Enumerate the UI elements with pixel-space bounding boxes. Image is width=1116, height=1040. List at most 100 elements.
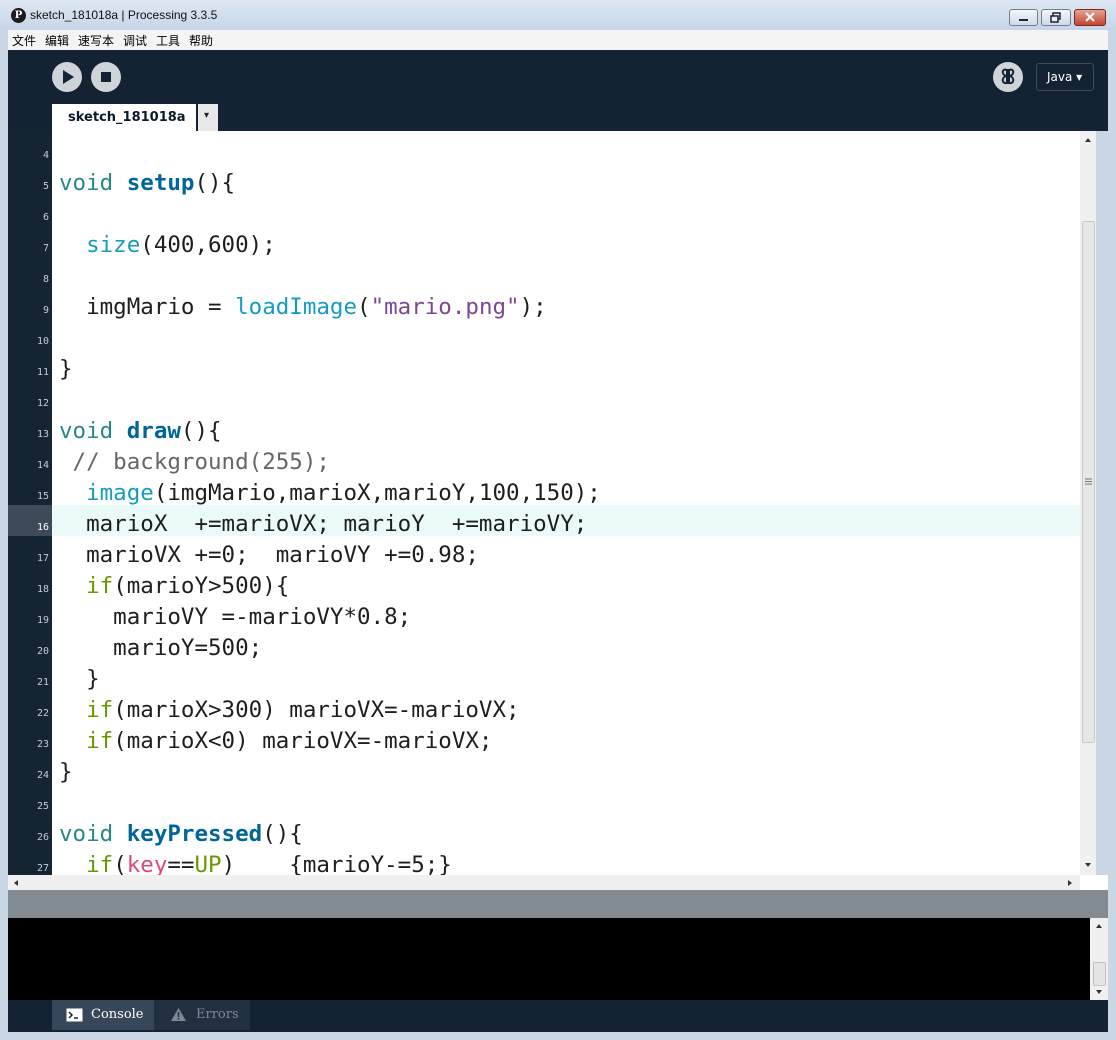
- line-number: 11: [36, 367, 49, 378]
- window-title-bar: P sketch_181018a | Processing 3.3.5: [0, 0, 1116, 30]
- menu-sketch[interactable]: 速写本: [78, 32, 114, 49]
- tab-console[interactable]: Console: [52, 1000, 154, 1030]
- menu-file[interactable]: 文件: [12, 32, 36, 49]
- scroll-left-icon: [14, 880, 18, 886]
- line-number: 18: [36, 584, 49, 595]
- menu-edit[interactable]: 编辑: [45, 32, 69, 49]
- tab-sketch_181018a[interactable]: sketch_181018a: [52, 104, 196, 131]
- editor-vertical-scrollbar[interactable]: [1080, 131, 1096, 875]
- minimize-button[interactable]: [1009, 9, 1038, 26]
- line-number: 7: [42, 243, 49, 254]
- code-token: marioVX +=0; marioVY +=0.98;: [59, 542, 479, 568]
- scroll-down-icon: [1085, 863, 1091, 867]
- code-token: (marioX>300) marioVX=-marioVX;: [113, 697, 520, 723]
- code-editor[interactable]: void setup(){ size(400,600); imgMario = …: [52, 131, 1080, 875]
- scrollbar-thumb[interactable]: [1082, 221, 1095, 743]
- code-line: }: [59, 757, 73, 788]
- code-token: }: [59, 356, 73, 382]
- scroll-right-icon: [1068, 880, 1072, 886]
- line-number: 16: [36, 522, 49, 533]
- window-frame-bottom: [0, 1032, 1116, 1040]
- code-token: image: [86, 480, 154, 506]
- code-line: size(400,600);: [59, 230, 276, 261]
- scrollbar-thumb[interactable]: [1093, 962, 1106, 986]
- menu-debug[interactable]: 调试: [123, 32, 147, 49]
- line-number: 22: [36, 708, 49, 719]
- run-button[interactable]: [52, 62, 82, 92]
- scroll-down-icon: [1096, 990, 1102, 994]
- console-output[interactable]: [8, 918, 1090, 1000]
- code-token: (){: [180, 418, 222, 444]
- tab-errors[interactable]: Errors: [154, 1000, 250, 1030]
- line-number: 21: [36, 677, 49, 688]
- code-line: if(key==UP) {marioY-=5;}: [59, 850, 452, 875]
- line-number: 13: [36, 429, 49, 440]
- debugger-button[interactable]: [993, 62, 1023, 92]
- code-line: imgMario = loadImage("mario.png");: [59, 292, 547, 323]
- scroll-up-icon: [1096, 924, 1102, 928]
- line-number: 4: [42, 150, 49, 161]
- stop-icon: [101, 72, 111, 82]
- mode-selector[interactable]: Java ▾: [1036, 63, 1094, 91]
- toolbar: Java ▾ sketch_181018a ▾: [8, 50, 1108, 131]
- editor-horizontal-scrollbar[interactable]: [8, 875, 1080, 890]
- console-scrollbar[interactable]: [1090, 918, 1108, 1000]
- line-number: 25: [36, 801, 49, 812]
- line-number: 12: [36, 398, 49, 409]
- code-line: marioY=500;: [59, 633, 262, 664]
- line-number: 26: [36, 832, 49, 843]
- code-token: void: [59, 170, 114, 196]
- code-line: if(marioX<0) marioVX=-marioVX;: [59, 726, 492, 757]
- code-token: (marioY>500){: [113, 573, 290, 599]
- line-number: 9: [42, 305, 49, 316]
- code-token: void: [59, 821, 114, 847]
- line-number: 17: [36, 553, 49, 564]
- stop-button[interactable]: [91, 62, 121, 92]
- maximize-button[interactable]: [1041, 9, 1071, 26]
- code-token: keyPressed: [126, 821, 263, 847]
- scroll-up-icon: [1085, 138, 1091, 142]
- tab-menu-button[interactable]: ▾: [196, 104, 218, 131]
- code-token: }: [59, 666, 100, 692]
- code-token: (imgMario,marioX,marioY,100,150);: [153, 480, 601, 506]
- mode-label: Java ▾: [1047, 70, 1083, 84]
- code-line: image(imgMario,marioX,marioY,100,150);: [59, 478, 601, 509]
- code-token: size: [86, 232, 141, 258]
- code-line: }: [59, 664, 100, 695]
- menu-help[interactable]: 帮助: [189, 32, 213, 49]
- code-token: marioVY =-marioVY*0.8;: [59, 604, 412, 630]
- scrollbar-corner: [1080, 875, 1108, 890]
- grip-icon: [1085, 478, 1092, 485]
- terminal-icon: [66, 1008, 83, 1022]
- code-line: marioVY =-marioVY*0.8;: [59, 602, 411, 633]
- code-token: ) {marioY-=5;}: [221, 852, 452, 875]
- code-token: UP: [194, 852, 222, 875]
- close-window-button[interactable]: [1074, 9, 1106, 26]
- code-token: loadImage: [235, 294, 358, 320]
- code-token: marioX +=marioVX; marioY +=marioVY;: [59, 511, 588, 537]
- warning-icon: [171, 1008, 186, 1021]
- line-number: 5: [42, 181, 49, 192]
- code-token: marioY=500;: [59, 635, 263, 661]
- code-line: void setup(){: [59, 168, 235, 199]
- close-icon: [1085, 12, 1095, 22]
- line-number: 10: [36, 336, 49, 347]
- minimize-icon: [1019, 19, 1028, 21]
- window-title: sketch_181018a | Processing 3.3.5: [30, 8, 218, 22]
- line-number: 14: [36, 460, 49, 471]
- code-token: );: [519, 294, 547, 320]
- restore-icon: [1050, 12, 1061, 23]
- code-token: imgMario =: [59, 294, 236, 320]
- line-number: 20: [36, 646, 49, 657]
- window-frame-left: [0, 30, 8, 1040]
- code-token: (marioX<0) marioVX=-marioVX;: [113, 728, 493, 754]
- debugger-butterfly-icon: [1001, 68, 1015, 85]
- menu-tools[interactable]: 工具: [156, 32, 180, 49]
